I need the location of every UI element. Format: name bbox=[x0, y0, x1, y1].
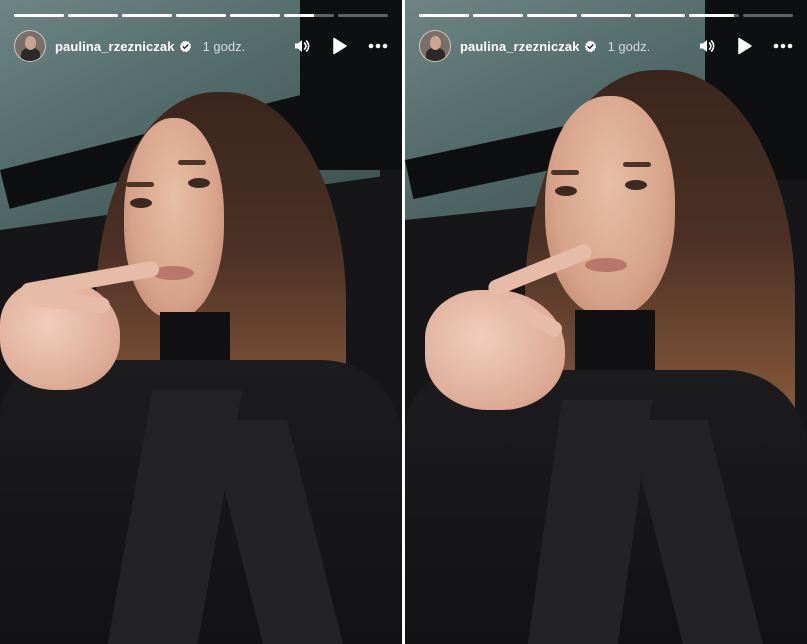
verified-badge-icon bbox=[179, 40, 191, 52]
progress-segment bbox=[419, 14, 469, 17]
story-timestamp: 1 godz. bbox=[202, 38, 246, 54]
username-link[interactable]: paulina_rzezniczak bbox=[55, 39, 175, 54]
story-progress-bar bbox=[419, 14, 793, 17]
story-timestamp: 1 godz. bbox=[607, 38, 651, 54]
progress-segment bbox=[581, 14, 631, 17]
story-progress-bar bbox=[14, 14, 388, 17]
progress-segment bbox=[122, 14, 172, 17]
progress-segment-current bbox=[689, 14, 739, 17]
profile-avatar[interactable] bbox=[14, 30, 46, 62]
progress-segment bbox=[338, 14, 388, 17]
profile-avatar[interactable] bbox=[419, 30, 451, 62]
progress-segment bbox=[635, 14, 685, 17]
progress-segment bbox=[68, 14, 118, 17]
more-options-icon[interactable] bbox=[773, 36, 793, 56]
play-icon[interactable] bbox=[735, 36, 755, 56]
speaker-icon[interactable] bbox=[697, 36, 717, 56]
progress-segment bbox=[473, 14, 523, 17]
story-viewer-left[interactable]: paulina_rzezniczak 1 godz. bbox=[0, 0, 402, 644]
story-controls bbox=[697, 36, 793, 56]
play-icon[interactable] bbox=[330, 36, 350, 56]
story-controls bbox=[292, 36, 388, 56]
speaker-icon[interactable] bbox=[292, 36, 312, 56]
story-photo bbox=[0, 0, 402, 644]
story-header: paulina_rzezniczak 1 godz. bbox=[419, 30, 793, 62]
verified-badge-icon bbox=[584, 40, 596, 52]
more-options-icon[interactable] bbox=[368, 36, 388, 56]
progress-segment bbox=[743, 14, 793, 17]
progress-segment bbox=[527, 14, 577, 17]
progress-segment-current bbox=[284, 14, 334, 17]
progress-segment bbox=[230, 14, 280, 17]
progress-segment bbox=[176, 14, 226, 17]
username-link[interactable]: paulina_rzezniczak bbox=[460, 39, 580, 54]
progress-segment bbox=[14, 14, 64, 17]
story-photo bbox=[405, 0, 807, 644]
story-header: paulina_rzezniczak 1 godz. bbox=[14, 30, 388, 62]
story-viewer-right[interactable]: paulina_rzezniczak 1 godz. bbox=[405, 0, 807, 644]
